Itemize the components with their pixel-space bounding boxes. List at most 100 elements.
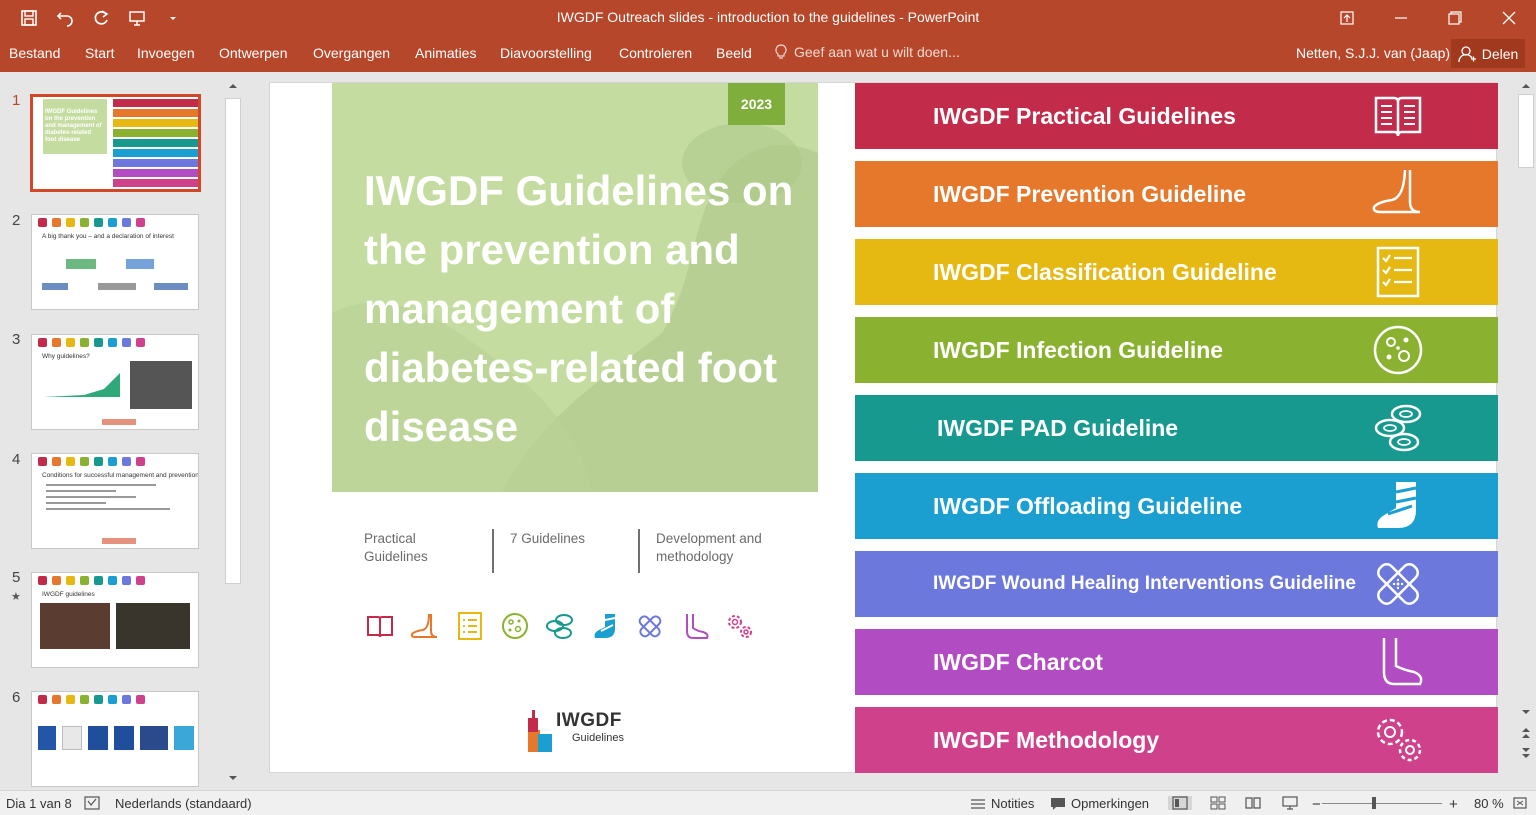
slide-canvas[interactable]: 2023 IWGDF Guidelines on the prevention … <box>269 82 1498 773</box>
next-slide-icon[interactable] <box>1520 746 1532 760</box>
divider <box>638 529 640 573</box>
charcot-foot-icon <box>1382 638 1423 686</box>
divider <box>492 529 494 573</box>
cover-title: IWGDF Guidelines on the prevention and m… <box>364 167 794 450</box>
band-label: IWGDF Classification Guideline <box>933 258 1277 285</box>
gears-icon <box>728 615 752 638</box>
tab-ontwerpen[interactable]: Ontwerpen <box>219 45 287 61</box>
editor-scrollbar[interactable] <box>1516 76 1536 790</box>
zoom-level[interactable]: 80 % <box>1474 796 1504 811</box>
previous-slide-icon[interactable] <box>1520 726 1532 740</box>
person-icon <box>1458 45 1476 62</box>
tab-animaties[interactable]: Animaties <box>415 45 476 61</box>
tab-bestand[interactable]: Bestand <box>9 45 60 61</box>
slide-indicator: Dia 1 van 8 <box>6 796 72 811</box>
notes-button[interactable]: Notities <box>970 796 1034 811</box>
logo-subtitle: Guidelines <box>572 732 624 744</box>
ribbon-display-icon[interactable] <box>1320 0 1374 36</box>
tab-controleren[interactable]: Controleren <box>619 45 692 61</box>
tab-invoegen[interactable]: Invoegen <box>137 45 195 61</box>
band-classification-guideline: IWGDF Classification Guideline <box>855 239 1498 305</box>
notes-label: Notities <box>991 796 1035 811</box>
book-icon <box>367 616 393 638</box>
status-bar: Dia 1 van 8 Nederlands (standaard) Notit… <box>0 790 1536 815</box>
charcot-foot-icon <box>686 614 709 639</box>
comment-icon <box>1051 797 1065 810</box>
band-label: IWGDF Methodology <box>933 726 1160 753</box>
info-development-methodology: Development and methodology <box>656 531 762 564</box>
band-label: IWGDF Infection Guideline <box>933 336 1224 363</box>
minimize-icon[interactable] <box>1374 0 1428 36</box>
thumb-number: 4 <box>12 451 21 468</box>
close-icon[interactable] <box>1482 0 1536 36</box>
band-infection-guideline: IWGDF Infection Guideline <box>855 317 1498 383</box>
slideshow-icon <box>1282 796 1298 810</box>
share-label: Delen <box>1481 45 1519 62</box>
thumb-number: 6 <box>12 689 21 706</box>
user-name[interactable]: Netten, S.J.J. van (Jaap) <box>1296 45 1450 61</box>
tell-me-label: Geef aan wat u wilt doen... <box>794 44 960 60</box>
restore-icon[interactable] <box>1428 0 1482 36</box>
thumbnails-scrollbar[interactable] <box>224 76 242 788</box>
bacteria-icon <box>1373 325 1423 375</box>
share-button[interactable]: Delen <box>1451 39 1525 68</box>
notes-icon <box>971 798 985 809</box>
tell-me-search[interactable]: Geef aan wat u wilt doen... <box>774 44 960 60</box>
cover-image: 2023 IWGDF Guidelines on the prevention … <box>332 83 818 492</box>
scroll-down-icon[interactable] <box>227 772 239 784</box>
reading-view-icon <box>1245 797 1261 809</box>
comments-button[interactable]: Opmerkingen <box>1050 796 1149 811</box>
tab-start[interactable]: Start <box>85 45 115 61</box>
blood-cells-icon <box>546 614 573 639</box>
band-practical-guidelines: IWGDF Practical Guidelines <box>855 83 1498 149</box>
slide-sorter-icon <box>1210 796 1226 810</box>
bandage-icon <box>1377 563 1419 605</box>
iwgdf-logo-mark <box>528 710 552 752</box>
checklist-icon <box>458 612 482 640</box>
title-bar: IWGDF Outreach slides - introduction to … <box>0 0 1536 36</box>
guideline-icon-row <box>364 611 756 641</box>
tab-diavoorstelling[interactable]: Diavoorstelling <box>500 45 592 61</box>
spellcheck-icon[interactable] <box>84 796 100 810</box>
thumbnail-slide-2[interactable]: A big thank you – and a declaration of i… <box>31 214 199 310</box>
scrollbar-thumb[interactable] <box>1518 94 1534 168</box>
foot-icon <box>1372 169 1421 214</box>
tab-beeld[interactable]: Beeld <box>716 45 752 61</box>
thumbnail-slide-5[interactable]: IWGDF guidelines <box>31 572 199 668</box>
logo-name: IWGDF <box>556 710 622 731</box>
slide-sorter-button[interactable] <box>1210 796 1226 810</box>
band-pad-guideline: IWGDF PAD Guideline <box>855 395 1498 461</box>
zoom-out-button[interactable]: − <box>1312 796 1321 813</box>
thumbnail-slide-3[interactable]: Why guidelines? <box>31 334 199 430</box>
slideshow-button[interactable] <box>1282 796 1298 810</box>
scroll-up-icon[interactable] <box>227 80 239 92</box>
normal-view-button[interactable] <box>1168 796 1192 810</box>
scroll-up-icon[interactable] <box>1520 80 1532 92</box>
lightbulb-icon <box>775 44 787 59</box>
scroll-down-icon[interactable] <box>1520 706 1532 718</box>
language-indicator[interactable]: Nederlands (standaard) <box>115 796 252 811</box>
thumb-title: A big thank you – and a declaration of i… <box>42 233 174 240</box>
band-methodology: IWGDF Methodology <box>855 707 1498 773</box>
normal-view-icon <box>1172 796 1188 810</box>
band-label: IWGDF Charcot <box>933 648 1103 675</box>
animation-star-icon: ★ <box>11 591 21 603</box>
blood-cells-icon <box>1374 404 1422 452</box>
reading-view-button[interactable] <box>1245 796 1261 810</box>
thumbnail-slide-4[interactable]: Conditions for successful management and… <box>31 453 199 549</box>
tab-overgangen[interactable]: Overgangen <box>313 45 390 61</box>
info-7-guidelines: 7 Guidelines <box>510 531 586 546</box>
comments-label: Opmerkingen <box>1071 796 1150 811</box>
zoom-in-button[interactable]: + <box>1449 796 1458 813</box>
band-charcot: IWGDF Charcot <box>855 629 1498 695</box>
bacteria-icon <box>502 613 528 639</box>
thumbnail-slide-6[interactable] <box>31 691 199 787</box>
thumb-title: IWGDF guidelines <box>42 591 95 598</box>
thumb-title: Why guidelines? <box>42 353 90 360</box>
fit-to-window-button[interactable] <box>1512 796 1528 810</box>
scrollbar-thumb[interactable] <box>225 98 241 584</box>
zoom-slider-thumb[interactable] <box>1372 797 1376 809</box>
thumbnail-slide-1[interactable]: IWGDF Guidelines on the prevention and m… <box>30 94 201 192</box>
band-label: IWGDF Wound Healing Interventions Guidel… <box>933 573 1356 594</box>
zoom-slider[interactable] <box>1322 803 1442 804</box>
